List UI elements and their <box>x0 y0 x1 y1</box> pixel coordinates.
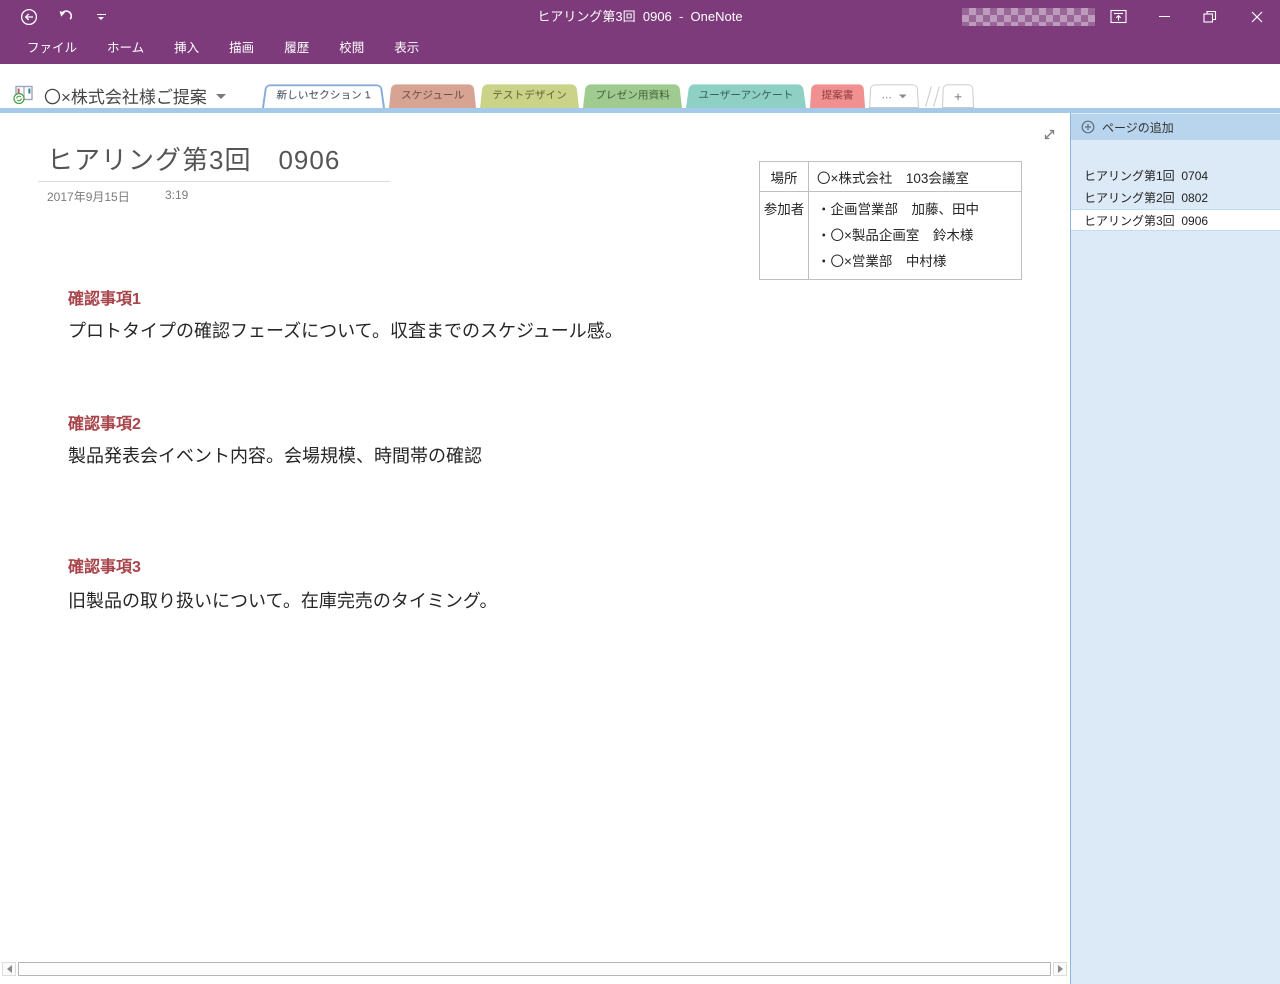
ribbon-tab-home[interactable]: ホーム <box>92 33 159 64</box>
ribbon-tab-review[interactable]: 校閲 <box>324 33 379 64</box>
minimize-icon <box>1159 16 1170 17</box>
notebook-dropdown[interactable]: 〇×株式会社様ご提案 <box>12 82 226 108</box>
restore-button[interactable] <box>1196 6 1224 27</box>
participant-line: ・〇×営業部 中村様 <box>817 249 1013 275</box>
arrow-right-icon <box>1058 965 1063 973</box>
page-item-hearing-2[interactable]: ヒアリング第2回 0802 <box>1071 187 1280 209</box>
add-page-icon <box>1081 120 1095 134</box>
note-body-2[interactable]: 製品発表会イベント内容。会場規模、時間帯の確認 <box>68 442 482 468</box>
restore-icon <box>1203 10 1217 23</box>
tab-separator <box>933 86 940 106</box>
page-time[interactable]: 3:19 <box>165 188 188 202</box>
title-underline <box>38 181 390 182</box>
participant-line: ・企画営業部 加藤、田中 <box>817 197 1013 223</box>
overflow-ellipsis: … <box>881 84 892 108</box>
title-bar: ヒアリング第3回 0906 - OneNote <box>0 0 1280 33</box>
ribbon-tab-draw[interactable]: 描画 <box>214 33 269 64</box>
meeting-info-table[interactable]: 場所 〇×株式会社 103会議室 参加者 ・企画営業部 加藤、田中 ・〇×製品企… <box>759 161 1022 280</box>
note-heading-1[interactable]: 確認事項1 <box>68 285 141 309</box>
section-tab-test-design[interactable]: テストデザイン <box>480 84 579 108</box>
page-date[interactable]: 2017年9月15日 <box>47 188 130 205</box>
ribbon-display-options-icon <box>1110 9 1127 24</box>
minimize-button[interactable] <box>1150 6 1178 27</box>
hscroll-left-button[interactable] <box>2 962 16 976</box>
page-canvas[interactable]: ヒアリング第3回 0906 2017年9月15日 3:19 場所 〇×株式会社 … <box>0 113 1070 984</box>
add-page-button[interactable]: ページの追加 <box>1071 114 1280 140</box>
notebook-section-bar: 〇×株式会社様ご提案 新しいセクション 1 スケジュール テストデザイン プレゼ… <box>0 64 1280 108</box>
table-cell-participants-value[interactable]: ・企画営業部 加藤、田中 ・〇×製品企画室 鈴木様 ・〇×営業部 中村様 <box>809 192 1022 280</box>
participant-line: ・〇×製品企画室 鈴木様 <box>817 223 1013 249</box>
section-tab-proposal[interactable]: 提案書 <box>810 84 865 108</box>
note-heading-3[interactable]: 確認事項3 <box>68 553 141 577</box>
section-tabs: 新しいセクション 1 スケジュール テストデザイン プレゼン用資料 ユーザーアン… <box>262 83 974 108</box>
note-body-3[interactable]: 旧製品の取り扱いについて。在庫完売のタイミング。 <box>68 587 497 613</box>
chevron-down-icon <box>216 94 226 99</box>
section-tab-new-section-1[interactable]: 新しいセクション 1 <box>262 84 385 108</box>
add-section-tab[interactable]: + <box>942 84 974 108</box>
close-icon <box>1251 11 1263 23</box>
tab-separator <box>925 86 932 106</box>
section-tab-user-survey[interactable]: ユーザーアンケート <box>686 84 806 108</box>
page-item-hearing-3-selected[interactable]: ヒアリング第3回 0906 <box>1071 209 1280 231</box>
note-heading-2[interactable]: 確認事項2 <box>68 410 141 434</box>
ribbon-display-options-button[interactable] <box>1104 6 1132 27</box>
user-account-name-redacted[interactable] <box>962 8 1095 26</box>
table-cell-location-label[interactable]: 場所 <box>760 162 809 192</box>
notebook-name: 〇×株式会社様ご提案 <box>44 83 207 108</box>
onenote-window: ヒアリング第3回 0906 - OneNote ファ <box>0 0 1280 984</box>
ribbon-tab-history[interactable]: 履歴 <box>269 33 324 64</box>
page-list-sidebar: ページの追加 ヒアリング第1回 0704 ヒアリング第2回 0802 ヒアリング… <box>1070 113 1280 984</box>
add-page-label: ページの追加 <box>1102 119 1174 136</box>
ribbon-tab-insert[interactable]: 挿入 <box>159 33 214 64</box>
page-list: ヒアリング第1回 0704 ヒアリング第2回 0802 ヒアリング第3回 090… <box>1071 165 1280 231</box>
section-tab-presentation[interactable]: プレゼン用資料 <box>583 84 682 108</box>
page-title[interactable]: ヒアリング第3回 0906 <box>47 140 340 177</box>
ribbon-tab-view[interactable]: 表示 <box>379 33 434 64</box>
section-overflow-tab[interactable]: … <box>869 84 919 108</box>
section-tab-schedule[interactable]: スケジュール <box>389 84 476 108</box>
table-cell-location-value[interactable]: 〇×株式会社 103会議室 <box>809 162 1022 192</box>
table-cell-participants-label[interactable]: 参加者 <box>760 192 809 280</box>
note-body-1[interactable]: プロトタイプの確認フェーズについて。収査までのスケジュール感。 <box>68 317 623 343</box>
arrow-left-icon <box>7 965 12 973</box>
notebook-icon <box>12 85 35 105</box>
chevron-down-icon <box>899 94 907 98</box>
ribbon-tab-file[interactable]: ファイル <box>12 33 92 64</box>
hscroll-thumb[interactable] <box>18 962 1051 976</box>
expand-icon[interactable] <box>1041 126 1058 143</box>
close-button[interactable] <box>1243 6 1271 27</box>
ribbon-tab-bar: ファイル ホーム 挿入 描画 履歴 校閲 表示 <box>0 33 1280 64</box>
hscroll-right-button[interactable] <box>1053 962 1067 976</box>
page-item-hearing-1[interactable]: ヒアリング第1回 0704 <box>1071 165 1280 187</box>
